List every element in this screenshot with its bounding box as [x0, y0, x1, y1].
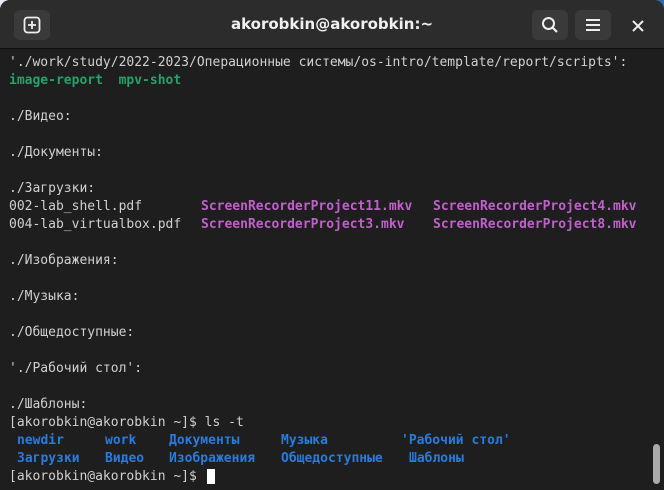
file-entry: 002-lab_shell.pdf [9, 199, 143, 214]
dir-entry: Видео [105, 451, 145, 466]
images-header: ./Изображения: [9, 253, 119, 268]
dir-entry: 'Рабочий стол' [401, 433, 511, 448]
dir-entry: Документы [169, 433, 240, 448]
hamburger-menu-icon [586, 19, 600, 31]
video-header: ./Видео: [9, 109, 72, 124]
dir-entry: work [105, 433, 137, 448]
terminal-output[interactable]: './work/study/2022-2023/Операционные сис… [0, 49, 648, 490]
downloads-header: ./Загрузки: [9, 181, 96, 196]
text-cursor [206, 469, 215, 484]
dir-entry: Изображения [169, 451, 256, 466]
dir-entry: Общедоступные [281, 451, 383, 466]
terminal-window: akorobkin@akorobkin:~ './work/study/2022… [0, 0, 664, 490]
file-entry: image-report [9, 73, 103, 88]
file-entry: ScreenRecorderProject11.mkv [201, 199, 413, 214]
file-entry: ScreenRecorderProject8.mkv [433, 217, 637, 232]
downloads-row: 004-lab_virtualbox.pdf ScreenRecorderProj… [9, 216, 637, 234]
scripts-header: './work/study/2022-2023/Операционные сис… [9, 55, 628, 70]
scrollbar-thumb[interactable] [653, 444, 660, 484]
menu-button[interactable] [575, 10, 611, 40]
docs-header: ./Документы: [9, 145, 103, 160]
close-button[interactable] [626, 14, 650, 38]
scripts-files-row: image-report mpv-shot [9, 72, 181, 90]
file-entry: 004-lab_virtualbox.pdf [9, 217, 182, 232]
dir-entry: Музыка [281, 433, 328, 448]
titlebar: akorobkin@akorobkin:~ [0, 0, 664, 49]
file-entry: ScreenRecorderProject4.mkv [433, 199, 637, 214]
dir-entry: newdir [17, 433, 64, 448]
shell-prompt: [akorobkin@akorobkin ~]$ [9, 469, 197, 484]
downloads-row: 002-lab_shell.pdf ScreenRecorderProject11… [9, 198, 637, 216]
dir-entry: Загрузки [17, 451, 80, 466]
command-text: ls -t [196, 415, 244, 430]
desktop-header: './Рабочий стол': [9, 361, 143, 376]
search-button[interactable] [532, 10, 568, 40]
music-header: ./Музыка: [9, 289, 80, 304]
search-icon [542, 17, 558, 33]
dir-entry: Шаблоны [409, 451, 464, 466]
prompt-line[interactable]: [akorobkin@akorobkin ~]$ [9, 468, 215, 486]
public-header: ./Общедоступные: [9, 325, 135, 340]
file-entry: ScreenRecorderProject3.mkv [201, 217, 405, 232]
close-icon [632, 20, 644, 32]
scrollbar[interactable] [648, 49, 664, 490]
file-entry: mpv-shot [118, 73, 182, 88]
templates-header: ./Шаблоны: [9, 397, 88, 412]
shell-prompt: [akorobkin@akorobkin ~]$ [9, 415, 197, 430]
command-line: [akorobkin@akorobkin ~]$ ls -t [9, 414, 244, 432]
